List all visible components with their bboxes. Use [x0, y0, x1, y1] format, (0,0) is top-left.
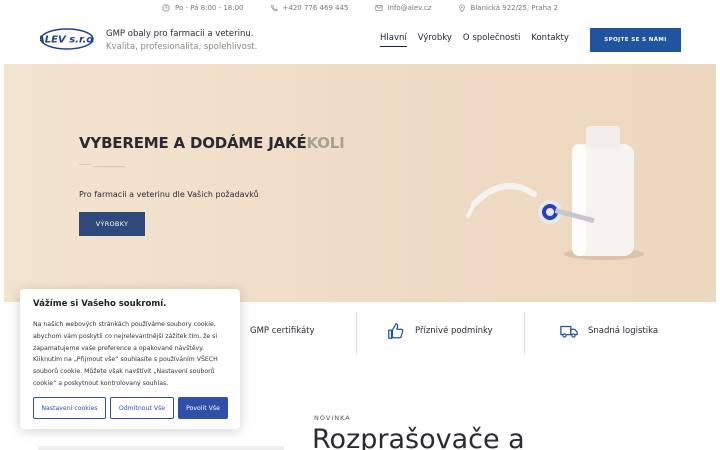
- address-text: Blanická 922/25, Praha 2: [470, 4, 558, 12]
- section-label: NOVINKA: [314, 414, 351, 422]
- phone-contact[interactable]: +420 776 469 445: [270, 4, 349, 12]
- cookie-text: Na našich webových stránkách používáme s…: [33, 321, 218, 387]
- nav-item-about[interactable]: O společnosti: [463, 33, 520, 47]
- cookie-title: Vážíme si Vašeho soukromí.: [33, 299, 167, 309]
- section-image-placeholder: [38, 446, 284, 450]
- nav-item-home[interactable]: Hlavní: [380, 33, 407, 47]
- contact-us-button[interactable]: SPOJTE SE S NÁMI: [590, 28, 681, 52]
- main-nav: Hlavní Výrobky O společnosti Kontakty: [380, 33, 569, 47]
- opening-hours-text: Po - Pá 8:00 - 18:00: [174, 4, 244, 12]
- products-button[interactable]: VÝROBKY: [79, 212, 145, 236]
- tagline-line1: GMP obaly pro farmacii a veterinu.: [106, 29, 254, 39]
- phone-text[interactable]: +420 776 469 445: [283, 4, 349, 12]
- hero-title-main: VYBEREME A DODÁME JAKÉ: [79, 134, 307, 152]
- email-text[interactable]: info@alev.cz: [388, 4, 432, 12]
- thumbs-up-icon: [388, 323, 404, 339]
- hero-banner: VYBEREME A DODÁME JAKÉKOLI ︶︶ ───────── …: [4, 64, 716, 302]
- hero-title: VYBEREME A DODÁME JAKÉKOLI: [79, 134, 345, 152]
- feature-conditions: Příznivé podmínky: [387, 322, 493, 340]
- cookie-settings-button[interactable]: Nastavení cookies: [33, 397, 106, 419]
- nav-item-products[interactable]: Výrobky: [418, 33, 452, 47]
- mail-icon: [374, 5, 383, 11]
- top-info-bar: Po - Pá 8:00 - 18:00 +420 776 469 445 in…: [0, 0, 720, 16]
- feature-conditions-label: Příznivé podmínky: [415, 326, 493, 336]
- feature-logistics-label: Snadná logistika: [588, 326, 659, 336]
- feature-gmp-label: GMP certifikáty: [250, 326, 315, 336]
- nav-item-contacts[interactable]: Kontakty: [531, 33, 569, 47]
- opening-hours: Po - Pá 8:00 - 18:00: [162, 4, 244, 12]
- tagline-line2: Kvalita, profesionalita, spolehlivost.: [106, 42, 258, 52]
- email-contact[interactable]: info@alev.cz: [374, 4, 432, 12]
- section-heading: Rozprašovače a: [312, 424, 525, 450]
- truck-icon: [560, 325, 578, 338]
- cookie-consent-dialog: Vážíme si Vašeho soukromí. Na našich web…: [20, 289, 240, 429]
- address: Blanická 922/25, Praha 2: [458, 4, 558, 12]
- tagline: GMP obaly pro farmacii a veterinu. Kvali…: [106, 28, 257, 54]
- feature-logistics: Snadná logistika: [560, 322, 658, 340]
- hero-title-fade: KOLI: [306, 134, 345, 152]
- cookie-buttons: Nastavení cookies Odmítnout Vše Povolit …: [33, 397, 228, 419]
- logo-text: ALEV s.r.o.: [40, 35, 94, 46]
- cookie-accept-button[interactable]: Povolit Vše: [178, 397, 228, 419]
- phone-icon: [270, 4, 278, 12]
- clock-icon: [162, 4, 170, 12]
- spray-bottle-image: [466, 126, 644, 260]
- alev-logo[interactable]: ALEV s.r.o.: [36, 28, 97, 50]
- hero-subtitle: Pro farmacii a veterinu dle Vašich požad…: [79, 190, 259, 199]
- location-pin-icon: [458, 4, 465, 12]
- hero-decoration: ︶︶ ─────────: [79, 164, 126, 171]
- feature-divider: [524, 312, 525, 354]
- site-header: ALEV s.r.o. GMP obaly pro farmacii a vet…: [0, 16, 720, 64]
- feature-divider: [356, 312, 357, 354]
- cookie-reject-button[interactable]: Odmítnout Vše: [110, 397, 174, 419]
